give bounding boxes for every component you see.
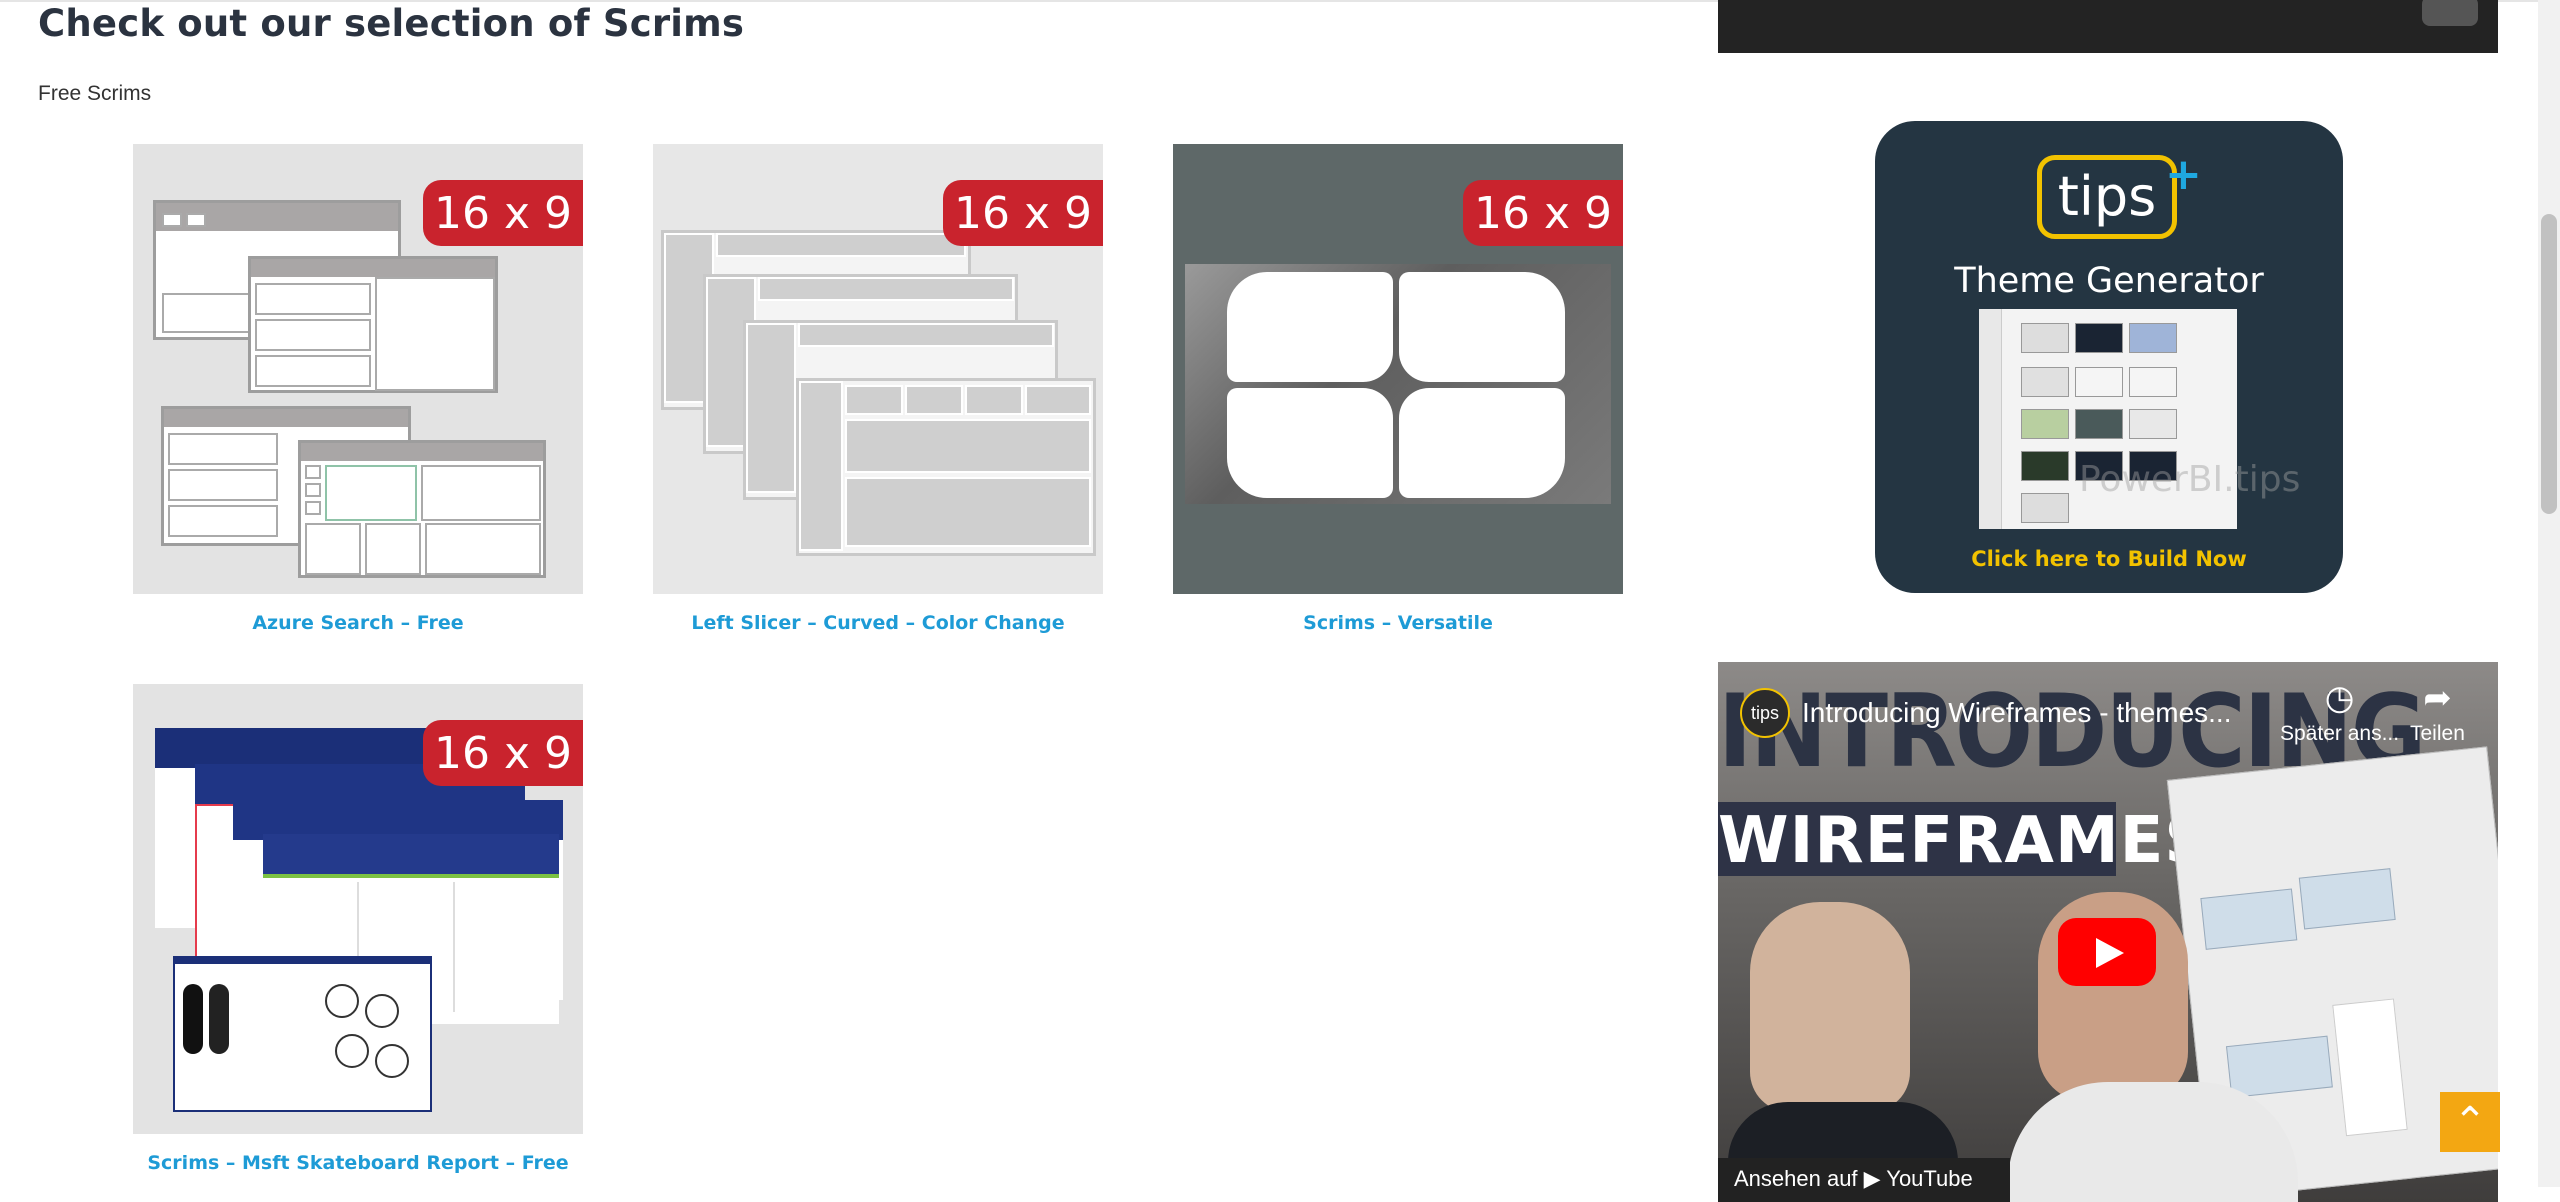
presenter-face	[1750, 902, 1910, 1112]
scrim-thumbnail[interactable]: 16 x 9	[133, 144, 583, 594]
main-content: Check out our selection of Scrims Free S…	[0, 0, 1660, 1187]
channel-logo[interactable]: tips	[1740, 688, 1790, 738]
scrollbar-thumb[interactable]	[2541, 214, 2557, 514]
page-scrollbar[interactable]	[2538, 0, 2560, 1187]
wireframe-window	[298, 440, 546, 578]
watch-later-button[interactable]: ◷ Später ans...	[2280, 678, 2399, 746]
tips-logo: tips	[2037, 155, 2177, 239]
share-icon: ➦	[2423, 679, 2452, 717]
scrim-link-versatile[interactable]: Scrims – Versatile	[1173, 612, 1623, 634]
play-icon[interactable]	[2058, 918, 2156, 986]
scrim-card-left-slicer[interactable]: 16 x 9 Left Slicer – Curved – Color Chan…	[653, 144, 1103, 634]
scrim-thumbnail[interactable]: 16 x 9	[133, 684, 583, 1134]
watch-later-label: Später ans...	[2280, 722, 2400, 745]
share-label: Teilen	[2410, 722, 2465, 745]
video-embed-top[interactable]	[1718, 0, 2498, 53]
sidebar: tips + Theme Generator PowerBI.tips Clic…	[1718, 0, 2498, 1202]
scrim-card-skateboard[interactable]: 16 x 9 Scrims – Msft Skateboard Report –…	[133, 684, 583, 1174]
youtube-video-embed[interactable]: INTRODUCING WIREFRAMES tips Introducing …	[1718, 662, 2498, 1202]
aspect-ratio-badge: 16 x 9	[423, 180, 583, 246]
scrim-thumbnail[interactable]: 16 x 9	[1173, 144, 1623, 594]
section-subheading: Free Scrims	[38, 82, 152, 105]
theme-preview-image: PowerBI.tips	[1979, 309, 2300, 529]
watermark-text: PowerBI.tips	[2079, 459, 2301, 500]
wireframe-window	[796, 378, 1096, 556]
play-icon[interactable]	[2422, 0, 2478, 26]
video-title-bar[interactable]: tips Introducing Wireframes - themes...	[1740, 688, 2231, 738]
scrim-card-versatile[interactable]: 16 x 9 Scrims – Versatile	[1173, 144, 1623, 634]
presenter-body	[2008, 1082, 2298, 1202]
page-title: Check out our selection of Scrims	[38, 2, 745, 45]
theme-generator-banner[interactable]: tips + Theme Generator PowerBI.tips Clic…	[1875, 121, 2343, 593]
video-title[interactable]: Introducing Wireframes - themes...	[1802, 697, 2231, 729]
banner-title: Theme Generator	[1954, 261, 2264, 301]
scrim-link-skateboard[interactable]: Scrims – Msft Skateboard Report – Free	[133, 1152, 583, 1174]
scrim-canvas	[1185, 264, 1611, 504]
chevron-up-icon[interactable]: ⌃	[2440, 1092, 2500, 1152]
build-now-link[interactable]: Click here to Build Now	[1875, 547, 2343, 571]
aspect-ratio-badge: 16 x 9	[943, 180, 1103, 246]
share-button[interactable]: ➦ Teilen	[2410, 678, 2465, 746]
scrim-link-azure-search[interactable]: Azure Search – Free	[133, 612, 583, 634]
skateboard-report-preview	[173, 956, 432, 1112]
clock-icon: ◷	[2324, 679, 2355, 717]
aspect-ratio-badge: 16 x 9	[1463, 180, 1623, 246]
video-thumbnail-text: WIREFRAMES	[1718, 804, 2212, 878]
aspect-ratio-badge: 16 x 9	[423, 720, 583, 786]
scrim-link-left-slicer[interactable]: Left Slicer – Curved – Color Change	[653, 612, 1103, 634]
scrim-card-azure-search[interactable]: 16 x 9 Azure Search – Free	[133, 144, 583, 634]
scrim-thumbnail[interactable]: 16 x 9	[653, 144, 1103, 594]
plus-icon: +	[2165, 149, 2202, 200]
watch-on-youtube-link[interactable]: Ansehen auf ▶ YouTube	[1718, 1158, 2010, 1202]
wireframe-window	[248, 256, 498, 393]
